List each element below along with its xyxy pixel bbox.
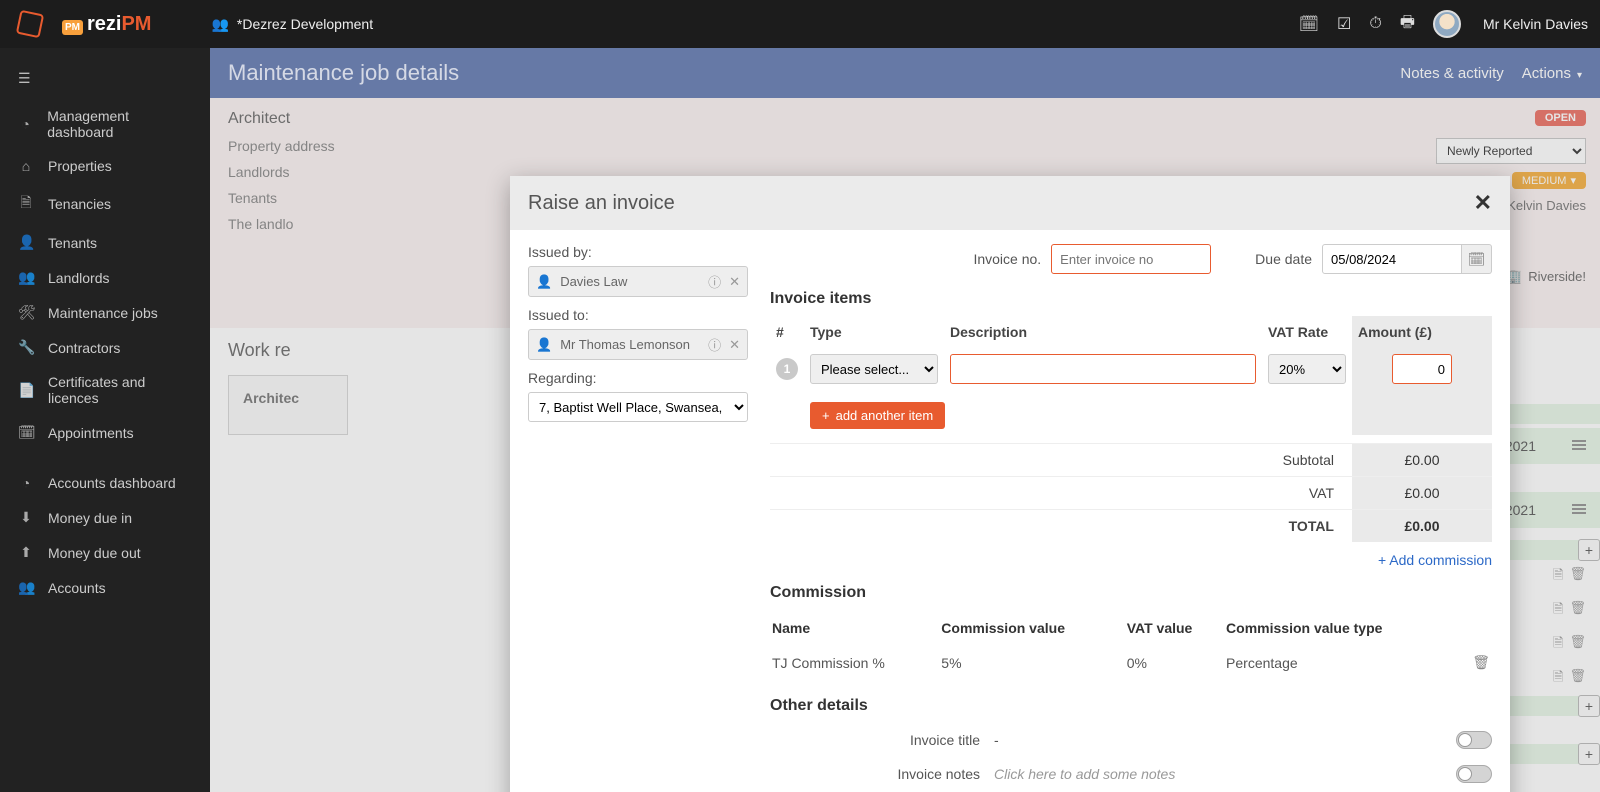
total-label: TOTAL [770,510,1352,542]
nav-properties[interactable]: ⌂Properties [0,149,210,183]
add-item-button[interactable]: +add another item [810,402,945,429]
group2-icon: 👥 [18,579,34,596]
regarding-select[interactable]: 7, Baptist Well Place, Swansea, V [528,392,748,422]
com-col-vat: VAT value [1127,612,1224,644]
remove-icon[interactable]: ✕ [729,337,740,353]
nav-accounts[interactable]: 👥Accounts [0,570,210,605]
people-icon: 👥 [18,269,34,286]
home-icon: ⌂ [18,158,34,174]
brand-badge: PM [62,20,83,35]
workspace-title: *Dezrez Development [237,16,373,32]
nav-contractors[interactable]: 🔧Contractors [0,330,210,365]
calendar-icon[interactable]: 🗓 [1299,14,1319,34]
issued-by-label: Issued by: [528,244,748,260]
subtotal-value: £0.00 [1352,444,1492,476]
item-description-input[interactable] [950,354,1256,384]
commission-heading: Commission [770,584,1492,602]
app-logo-icon [12,6,48,42]
invoice-title-value[interactable]: - [994,732,1442,748]
invoice-notes-value[interactable]: Click here to add some notes [994,766,1442,782]
nav-money-out[interactable]: ⬆Money due out [0,535,210,570]
download-icon: ⬇ [18,509,34,526]
file-icon: 📄 [18,382,34,399]
col-num: # [770,316,804,348]
user-avatar[interactable] [1433,10,1461,38]
sidebar: ☰ ◔Management dashboard ⌂Properties 🗎Ten… [0,48,210,792]
nav-certificates[interactable]: 📄Certificates and licences [0,365,210,415]
brand-logo: PM reziPM [62,13,151,36]
alert-icon[interactable]: ⏱ [1369,15,1381,33]
tools-icon: 🛠 [18,304,34,321]
issued-to-chip[interactable]: 👤 Mr Thomas Lemonson ⓘ ✕ [528,329,748,360]
com-col-value: Commission value [941,612,1124,644]
invoice-title-toggle[interactable] [1456,731,1492,749]
gauge2-icon: ◔ [18,475,34,491]
issued-to-label: Issued to: [528,307,748,323]
document-icon: 🗎 [18,192,34,216]
nav-appointments[interactable]: 🗓Appointments [0,415,210,450]
nav-money-in[interactable]: ⬇Money due in [0,500,210,535]
modal-title: Raise an invoice [528,192,675,215]
nav-management-dashboard[interactable]: ◔Management dashboard [0,99,210,149]
other-details-heading: Other details [770,697,1492,715]
nav-maintenance-jobs[interactable]: 🛠Maintenance jobs [0,295,210,330]
col-amount: Amount (£) [1352,316,1492,348]
col-type: Type [804,316,944,348]
calendar2-icon: 🗓 [18,424,34,441]
wrench-icon: 🔧 [18,339,34,356]
remove-icon[interactable]: ✕ [729,274,740,290]
due-date-input[interactable] [1322,244,1462,274]
commission-row: TJ Commission % 5% 0% Percentage 🗑 [772,646,1490,679]
item-type-select[interactable]: Please select... [810,354,938,384]
print-icon[interactable]: 🖶 [1400,11,1415,38]
vat-value: £0.00 [1352,477,1492,509]
raise-invoice-modal: Raise an invoice ✕ Issued by: 👤 Davies L… [510,176,1510,792]
item-vat-select[interactable]: 20% [1268,354,1346,384]
row-number: 1 [776,358,798,380]
nav-accounts-dashboard[interactable]: ◔Accounts dashboard [0,466,210,500]
close-icon[interactable]: ✕ [1474,190,1492,216]
group-icon: 👥 [211,16,228,33]
nav-tenancies[interactable]: 🗎Tenancies [0,183,210,225]
item-amount-input[interactable] [1392,354,1452,384]
add-commission-link[interactable]: + Add commission [770,552,1492,568]
plus-icon: + [822,408,830,423]
invoice-notes-label: Invoice notes [770,766,980,782]
issued-by-chip[interactable]: 👤 Davies Law ⓘ ✕ [528,266,748,297]
vat-label: VAT [770,477,1352,509]
top-bar: PM reziPM 👥 *Dezrez Development 🗓 ☑ ⏱ 🖶 … [0,0,1600,48]
invoice-item-row: 1 Please select... 20% [770,348,1492,390]
com-col-name: Name [772,612,939,644]
person-icon: 👤 [536,337,552,353]
info-icon[interactable]: ⓘ [708,335,721,354]
regarding-label: Regarding: [528,370,748,386]
username-label[interactable]: Mr Kelvin Davies [1483,16,1588,32]
total-value: £0.00 [1352,510,1492,542]
invoice-items-heading: Invoice items [770,290,1492,308]
invoice-notes-toggle[interactable] [1456,765,1492,783]
invoice-title-label: Invoice title [770,732,980,748]
gauge-icon: ◔ [18,116,33,132]
col-desc: Description [944,316,1262,348]
com-col-type: Commission value type [1226,612,1458,644]
col-vat: VAT Rate [1262,316,1352,348]
info-icon[interactable]: ⓘ [708,272,721,291]
calendar-picker-icon[interactable]: 🗓 [1462,244,1492,274]
nav-tenants[interactable]: 👤Tenants [0,225,210,260]
plus-icon: + [1378,552,1389,568]
invoice-no-input[interactable] [1051,244,1211,274]
tasks-icon[interactable]: ☑ [1337,14,1351,34]
delete-commission-button[interactable]: 🗑 [1460,646,1490,679]
person-icon: 👤 [536,274,552,290]
upload-icon: ⬆ [18,544,34,561]
subtotal-label: Subtotal [770,444,1352,476]
nav-landlords[interactable]: 👥Landlords [0,260,210,295]
invoice-no-label: Invoice no. [973,251,1041,267]
due-date-label: Due date [1255,251,1312,267]
hamburger-icon[interactable]: ☰ [0,58,210,99]
person-icon: 👤 [18,234,34,251]
